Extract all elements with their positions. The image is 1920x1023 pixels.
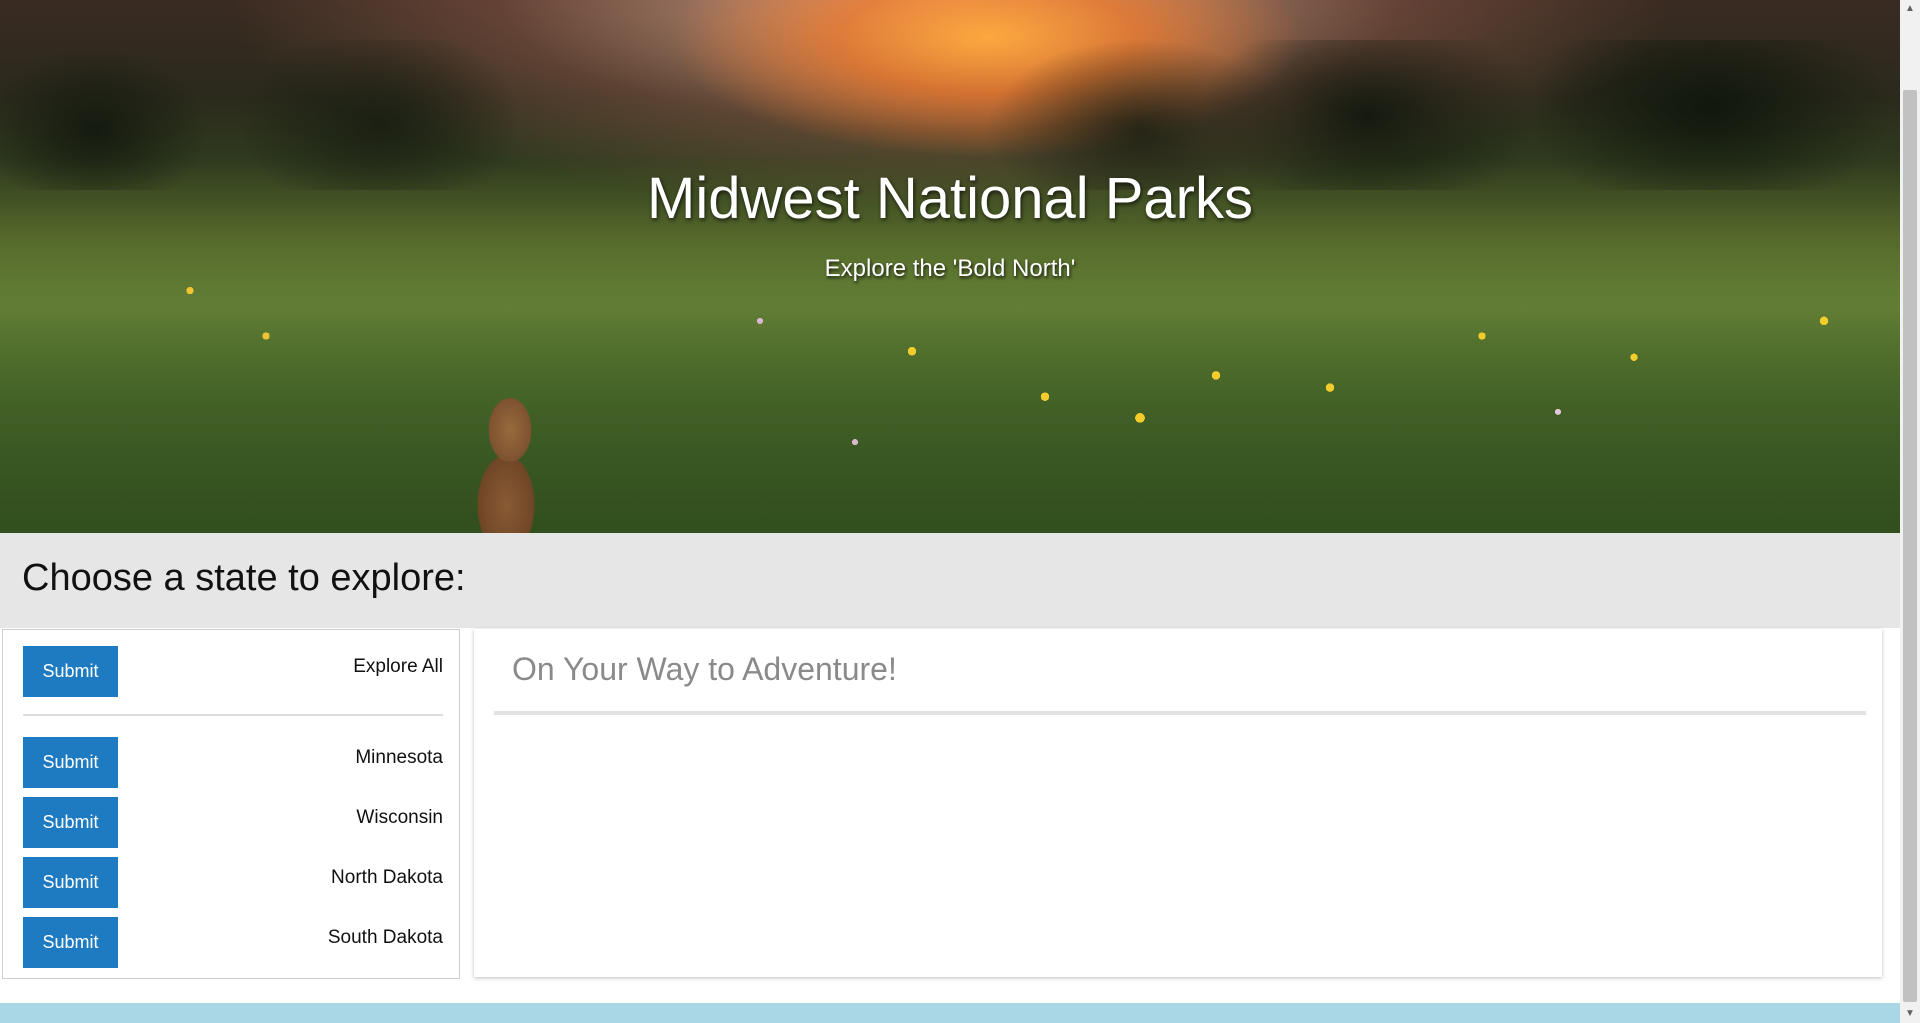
wisconsin-label: Wisconsin (356, 807, 443, 828)
hero-title: Midwest National Parks (647, 166, 1253, 231)
state-divider (23, 714, 443, 716)
scroll-up-arrow-icon[interactable]: ▲ (1900, 0, 1920, 18)
footer-strip (0, 1003, 1900, 1023)
explore-all-submit-button[interactable]: Submit (23, 646, 118, 697)
results-divider (494, 711, 1866, 715)
wisconsin-submit-button[interactable]: Submit (23, 797, 118, 848)
south-dakota-submit-button[interactable]: Submit (23, 917, 118, 968)
state-row-south-dakota: Submit South Dakota (23, 917, 443, 968)
choose-state-title: Choose a state to explore: (22, 557, 466, 599)
results-title: On Your Way to Adventure! (512, 651, 897, 687)
vertical-scrollbar[interactable]: ▲ ▼ (1900, 0, 1920, 1023)
hero-banner: Midwest National Parks Explore the 'Bold… (0, 0, 1900, 533)
scrollbar-thumb[interactable] (1903, 90, 1917, 1002)
scroll-down-arrow-icon[interactable]: ▼ (1900, 1005, 1920, 1023)
minnesota-submit-button[interactable]: Submit (23, 737, 118, 788)
north-dakota-submit-button[interactable]: Submit (23, 857, 118, 908)
results-card: On Your Way to Adventure! (474, 629, 1882, 977)
state-selection-panel: Submit Explore All Submit Minnesota Subm… (2, 629, 460, 979)
explore-all-label: Explore All (353, 656, 443, 677)
state-row-explore-all: Submit Explore All (23, 646, 443, 697)
minnesota-label: Minnesota (355, 747, 443, 768)
choose-state-band: Choose a state to explore: (0, 533, 1900, 628)
hero-deer (470, 385, 550, 533)
state-row-minnesota: Submit Minnesota (23, 737, 443, 788)
hero-subtitle: Explore the 'Bold North' (824, 255, 1076, 282)
north-dakota-label: North Dakota (331, 867, 443, 888)
state-row-wisconsin: Submit Wisconsin (23, 797, 443, 848)
state-row-north-dakota: Submit North Dakota (23, 857, 443, 908)
south-dakota-label: South Dakota (327, 927, 443, 948)
page: Midwest National Parks Explore the 'Bold… (0, 0, 1900, 1023)
